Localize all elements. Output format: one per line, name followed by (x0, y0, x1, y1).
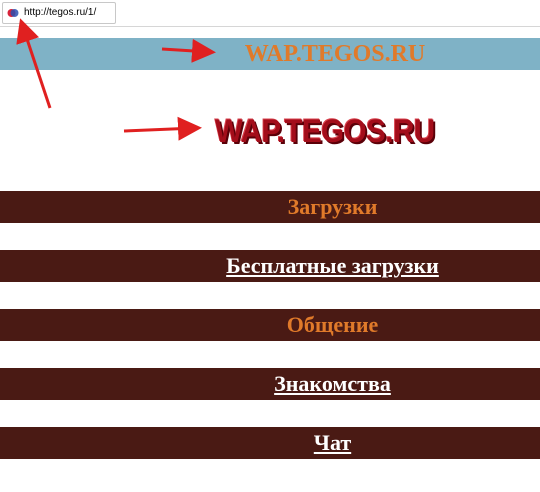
menu-link-free-downloads[interactable]: Бесплатные загрузки (0, 250, 540, 282)
menu-bar-downloads: Загрузки (0, 191, 540, 223)
url-field[interactable]: http://tegos.ru/1/ (2, 2, 116, 24)
menu-heading-downloads: Загрузки (287, 194, 378, 219)
menu-bar-chat: Чат (0, 427, 540, 459)
menu-link-chat[interactable]: Чат (0, 427, 540, 459)
site-title: WAP.TEGOS.RU (244, 41, 426, 67)
address-bar: http://tegos.ru/1/ (0, 0, 540, 27)
menu-bar-communication: Общение (0, 309, 540, 341)
annotation-arrows (16, 18, 216, 141)
menu-bar-free-downloads: Бесплатные загрузки (0, 250, 540, 282)
logo-text: WAP.TEGOS.RU (215, 113, 435, 149)
page: http://tegos.ru/1/ WAP.TEGOS.RU WAP.TEGO… (0, 0, 540, 492)
site-header: WAP.TEGOS.RU (0, 38, 540, 70)
site-logo: WAP.TEGOS.RU (215, 110, 445, 152)
menu-heading-communication: Общение (286, 312, 379, 337)
menu-link-dating[interactable]: Знакомства (0, 368, 540, 400)
url-text: http://tegos.ru/1/ (24, 7, 97, 18)
red-arrow-icon (123, 116, 202, 141)
browser-favicon-icon (7, 9, 19, 17)
menu-bar-dating: Знакомства (0, 368, 540, 400)
